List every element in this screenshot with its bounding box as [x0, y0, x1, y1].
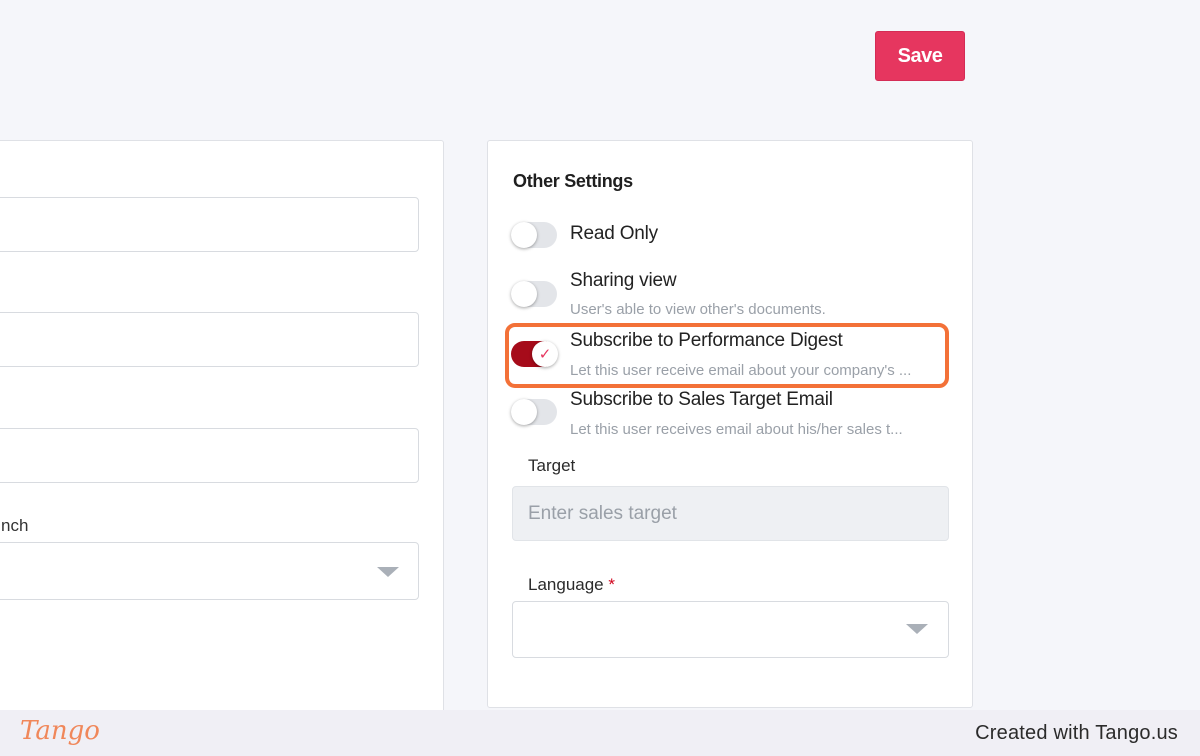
sales-target-email-label: Subscribe to Sales Target Email [570, 389, 833, 410]
sales-target-email-toggle[interactable] [511, 399, 557, 425]
save-button[interactable]: Save [875, 31, 965, 81]
language-select[interactable] [512, 601, 949, 658]
performance-digest-label: Subscribe to Performance Digest [570, 330, 843, 351]
required-marker: * [608, 575, 615, 594]
read-only-label: Read Only [570, 223, 658, 244]
check-icon: ✓ [538, 345, 552, 363]
section-title: Other Settings [513, 171, 633, 191]
chevron-down-icon [906, 624, 928, 634]
toggle-knob: ✓ [532, 341, 558, 367]
branch-label: nch [1, 516, 29, 535]
performance-digest-toggle[interactable]: ✓ [511, 341, 558, 367]
language-label-text: Language [528, 575, 604, 594]
target-label: Target [528, 456, 576, 475]
text-field-1[interactable] [0, 197, 419, 252]
target-input[interactable] [512, 486, 949, 541]
language-label: Language * [528, 575, 615, 595]
toggle-knob [511, 281, 537, 307]
read-only-toggle[interactable] [511, 222, 557, 248]
user-details-card: nch [0, 140, 444, 740]
toggle-knob [511, 399, 537, 425]
sharing-view-label: Sharing view [570, 270, 677, 291]
performance-digest-description: Let this user receive email about your c… [570, 362, 912, 379]
footer: Tango Created with Tango.us [0, 710, 1200, 756]
chevron-down-icon [377, 567, 399, 577]
other-settings-card: Other Settings Read Only Sharing view Us… [487, 140, 973, 708]
text-field-2[interactable] [0, 312, 419, 367]
created-with-credit: Created with Tango.us [975, 722, 1178, 744]
tango-logo: Tango [20, 716, 100, 746]
sales-target-email-description: Let this user receives email about his/h… [570, 421, 903, 438]
branch-select[interactable] [0, 542, 419, 600]
sharing-view-toggle[interactable] [511, 281, 557, 307]
toggle-knob [511, 222, 537, 248]
sharing-view-description: User's able to view other's documents. [570, 301, 826, 318]
text-field-3[interactable] [0, 428, 419, 483]
